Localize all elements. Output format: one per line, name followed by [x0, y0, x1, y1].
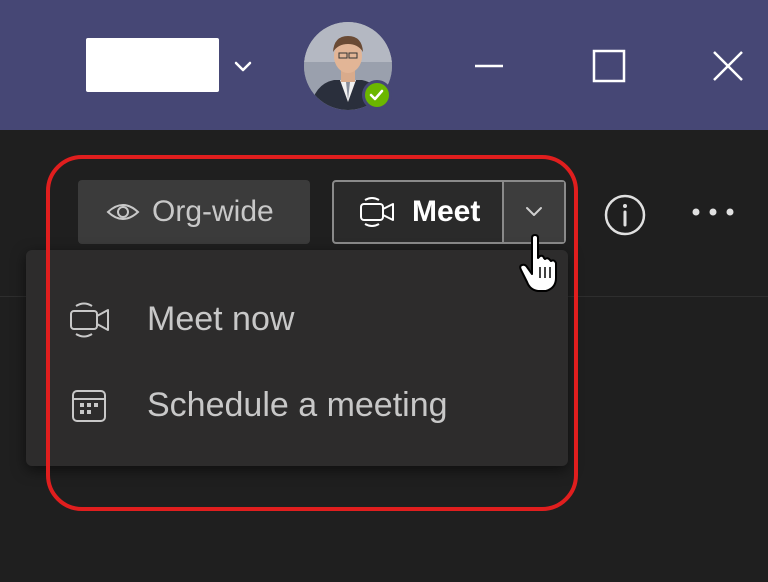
org-switcher[interactable] — [86, 38, 219, 92]
chevron-down-icon[interactable] — [231, 57, 255, 77]
video-camera-icon — [70, 302, 109, 338]
meet-dropdown-button[interactable] — [504, 182, 564, 242]
org-wide-label: Org-wide — [152, 195, 274, 228]
menu-item-label: Meet now — [147, 300, 295, 338]
status-badge — [362, 80, 392, 110]
minimize-icon — [475, 64, 503, 68]
close-button[interactable] — [700, 40, 756, 92]
meet-dropdown-menu: Meet now Schedule a meeting — [26, 250, 568, 466]
menu-item-label: Schedule a meeting — [147, 386, 448, 424]
check-icon — [369, 89, 384, 101]
close-icon — [713, 51, 743, 81]
hand-cursor-icon — [519, 234, 557, 292]
org-wide-button[interactable]: Org-wide — [78, 180, 310, 244]
maximize-button[interactable] — [581, 40, 637, 92]
calendar-icon — [72, 390, 106, 422]
maximize-icon — [592, 49, 626, 83]
info-icon[interactable] — [603, 193, 647, 237]
video-camera-icon — [360, 197, 394, 227]
meet-label: Meet — [412, 195, 481, 228]
chevron-down-icon — [526, 207, 542, 216]
meet-button[interactable]: Meet — [334, 182, 504, 242]
title-bar — [0, 0, 768, 130]
more-horizontal-icon[interactable] — [690, 200, 736, 224]
eye-icon — [106, 204, 140, 220]
menu-item-meet-now[interactable]: Meet now — [26, 276, 568, 362]
minimize-button[interactable] — [461, 40, 517, 92]
menu-item-schedule-meeting[interactable]: Schedule a meeting — [26, 362, 568, 448]
